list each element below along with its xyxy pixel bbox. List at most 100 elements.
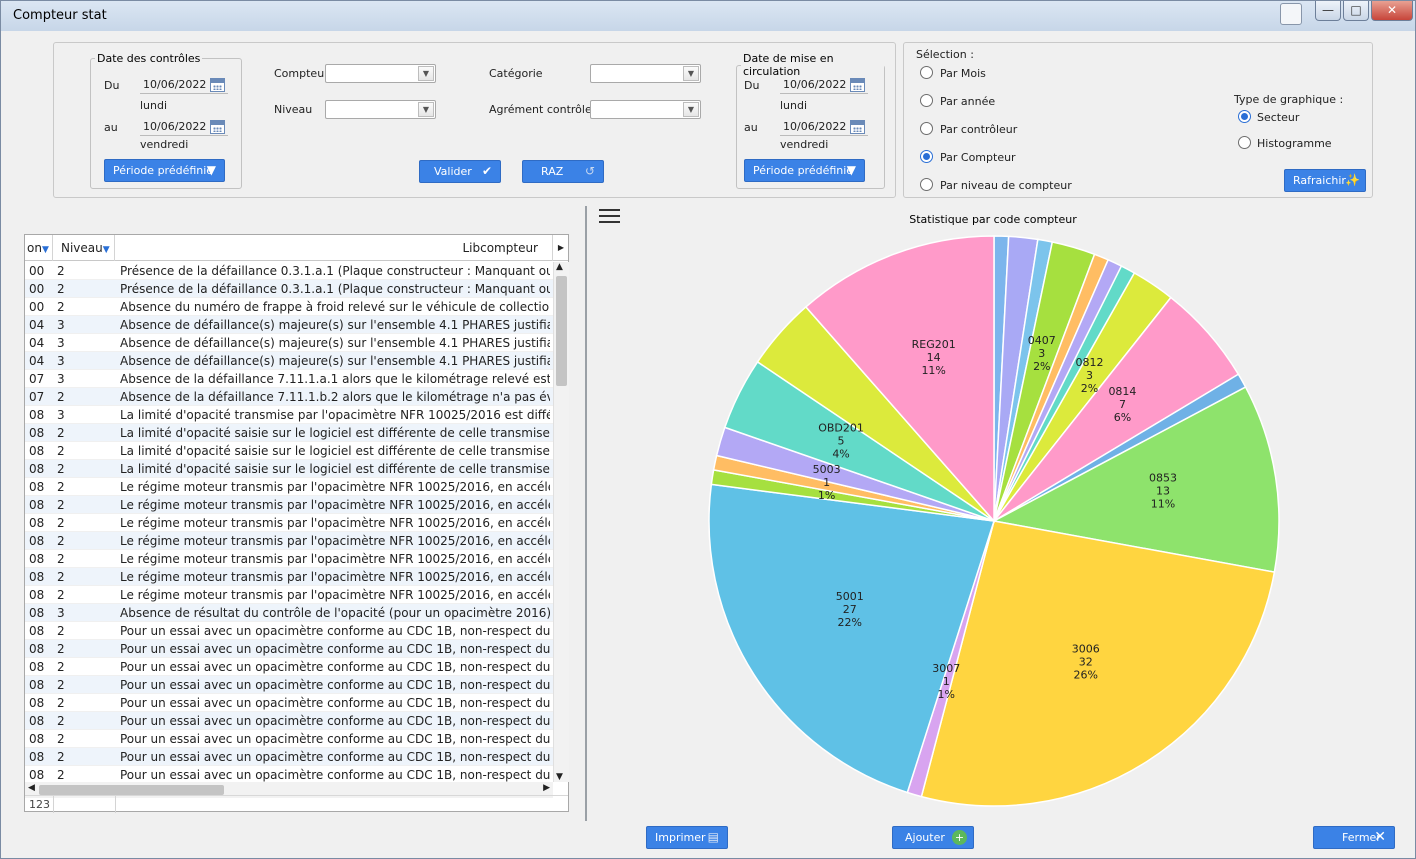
table-row[interactable]: 04 3 Absence de défaillance(s) majeure(s) …: [25, 334, 553, 352]
niveau-label: Niveau: [274, 103, 313, 116]
add-icon: +: [952, 830, 967, 845]
chevron-up-icon[interactable]: ▲: [556, 262, 563, 272]
table-row[interactable]: 08 2 Le régime moteur transmis par l'opaci…: [25, 550, 553, 568]
periode-predefinie-button[interactable]: Période prédéfinie ▼: [104, 159, 225, 182]
cell-niveau: 2: [57, 624, 65, 638]
cell-libcompteur: Le régime moteur transmis par l'opacimèt…: [120, 516, 550, 530]
cell-niveau: 2: [57, 768, 65, 782]
scroll-thumb[interactable]: [556, 276, 567, 386]
circ-du-day-label: lundi: [780, 99, 808, 112]
circ-periode-predefinie-button[interactable]: Période prédéfinie ▼: [744, 159, 865, 182]
table-row[interactable]: 08 3 La limité d'opacité transmise par l'o…: [25, 406, 553, 424]
table-row[interactable]: 08 2 Pour un essai avec un opacimètre conf…: [25, 766, 553, 782]
table-row[interactable]: 07 2 Absence de la défaillance 7.11.1.b.2 …: [25, 388, 553, 406]
grid-footer: 123: [25, 795, 568, 813]
close-window-button[interactable]: ✕: [1371, 1, 1413, 21]
calendar-icon[interactable]: [210, 120, 225, 134]
chevron-down-icon[interactable]: ▼: [556, 772, 563, 782]
radio-secteur[interactable]: [1238, 110, 1251, 123]
categorie-select[interactable]: ▼: [590, 64, 701, 83]
raz-label: RAZ: [541, 165, 564, 178]
radio-par-compteur[interactable]: [920, 150, 933, 163]
table-row[interactable]: 08 2 Le régime moteur transmis par l'opaci…: [25, 586, 553, 604]
cell-niveau: 3: [57, 372, 65, 386]
radio-par-niveau[interactable]: [920, 178, 933, 191]
table-row[interactable]: 08 2 Pour un essai avec un opacimètre conf…: [25, 622, 553, 640]
maximize-button[interactable]: □: [1343, 1, 1369, 21]
cell-code: 08: [29, 768, 45, 782]
minimize-button[interactable]: —: [1315, 1, 1341, 21]
imprimer-button[interactable]: Imprimer ▤: [646, 826, 728, 849]
cell-code: 08: [29, 426, 45, 440]
cell-niveau: 2: [57, 516, 65, 530]
table-row[interactable]: 08 2 La limité d'opacité saisie sur le log…: [25, 424, 553, 442]
cell-libcompteur: Absence de défaillance(s) majeure(s) sur…: [120, 354, 550, 368]
table-row[interactable]: 04 3 Absence de défaillance(s) majeure(s) …: [25, 316, 553, 334]
cell-code: 08: [29, 750, 45, 764]
raz-button[interactable]: RAZ ↺: [522, 160, 604, 183]
table-row[interactable]: 08 3 Absence de résultat du contrôle de l'…: [25, 604, 553, 622]
column-header-code[interactable]: on▼: [25, 235, 53, 261]
rafraichir-button[interactable]: Rafraichir ✨: [1284, 169, 1366, 192]
table-row[interactable]: 08 2 Le régime moteur transmis par l'opaci…: [25, 496, 553, 514]
radio-par-controleur[interactable]: [920, 122, 933, 135]
table-row[interactable]: 07 3 Absence de la défaillance 7.11.1.a.1 …: [25, 370, 553, 388]
cell-code: 08: [29, 588, 45, 602]
table-row[interactable]: 00 2 Présence de la défaillance 0.3.1.a.1 …: [25, 262, 553, 280]
niveau-select[interactable]: ▼: [325, 100, 436, 119]
cell-code: 07: [29, 390, 45, 404]
chevron-left-icon[interactable]: ◀: [28, 783, 35, 793]
filter-panel: Date des contrôles Du 10/06/2022 lundi a…: [53, 42, 896, 198]
calendar-icon[interactable]: [210, 78, 225, 92]
filter-icon[interactable]: ▼: [42, 245, 49, 255]
radio-par-mois[interactable]: [920, 66, 933, 79]
table-row[interactable]: 08 2 Le régime moteur transmis par l'opaci…: [25, 478, 553, 496]
table-row[interactable]: 08 2 Le régime moteur transmis par l'opaci…: [25, 514, 553, 532]
radio-par-annee[interactable]: [920, 94, 933, 107]
fermer-button[interactable]: Fermer ✕: [1313, 826, 1395, 849]
radio-histogramme[interactable]: [1238, 136, 1251, 149]
cell-niveau: 2: [57, 660, 65, 674]
cell-niveau: 2: [57, 642, 65, 656]
table-row[interactable]: 08 2 Le régime moteur transmis par l'opaci…: [25, 532, 553, 550]
table-row[interactable]: 08 2 Pour un essai avec un opacimètre conf…: [25, 676, 553, 694]
column-header-libcompteur[interactable]: Libcompteur: [115, 235, 553, 261]
agrement-select[interactable]: ▼: [590, 100, 701, 119]
table-row[interactable]: 08 2 Pour un essai avec un opacimètre conf…: [25, 730, 553, 748]
cell-niveau: 3: [57, 606, 65, 620]
close-icon: ✕: [1374, 829, 1386, 845]
chevron-right-icon[interactable]: ▶: [553, 235, 569, 261]
cell-libcompteur: Pour un essai avec un opacimètre conform…: [120, 660, 550, 674]
cell-niveau: 2: [57, 588, 65, 602]
table-row[interactable]: 08 2 La limité d'opacité saisie sur le log…: [25, 442, 553, 460]
imprimer-label: Imprimer: [655, 831, 706, 844]
calendar-icon[interactable]: [850, 78, 865, 92]
hscroll-thumb[interactable]: [39, 785, 224, 795]
date-controles-legend: Date des contrôles: [97, 52, 201, 65]
cell-code: 00: [29, 300, 45, 314]
table-row[interactable]: 08 2 Pour un essai avec un opacimètre conf…: [25, 640, 553, 658]
table-row[interactable]: 08 2 Pour un essai avec un opacimètre conf…: [25, 712, 553, 730]
table-row[interactable]: 00 2 Présence de la défaillance 0.3.1.a.1 …: [25, 280, 553, 298]
table-row[interactable]: 04 3 Absence de défaillance(s) majeure(s) …: [25, 352, 553, 370]
table-row[interactable]: 08 2 Le régime moteur transmis par l'opaci…: [25, 568, 553, 586]
vertical-scrollbar[interactable]: ▲ ▼: [553, 262, 569, 782]
table-row[interactable]: 08 2 Pour un essai avec un opacimètre conf…: [25, 694, 553, 712]
grid-header: on▼ Niveau▼ Libcompteur ▶: [25, 235, 568, 261]
chevron-right-icon[interactable]: ▶: [543, 783, 550, 793]
column-header-niveau[interactable]: Niveau▼: [53, 235, 115, 261]
panel-splitter[interactable]: [585, 206, 587, 821]
table-row[interactable]: 08 2 Pour un essai avec un opacimètre conf…: [25, 748, 553, 766]
app-window: Compteur stat — □ ✕ Date des contrôles D…: [0, 0, 1416, 859]
table-row[interactable]: 00 2 Absence du numéro de frappe à froid r…: [25, 298, 553, 316]
filter-icon[interactable]: ▼: [103, 245, 110, 255]
valider-button[interactable]: Valider ✔: [419, 160, 501, 183]
cell-libcompteur: Pour un essai avec un opacimètre conform…: [120, 642, 550, 656]
compteur-select[interactable]: ▼: [325, 64, 436, 83]
table-row[interactable]: 08 2 La limité d'opacité saisie sur le log…: [25, 460, 553, 478]
resize-corner-icon[interactable]: [1280, 3, 1302, 25]
table-row[interactable]: 08 2 Pour un essai avec un opacimètre conf…: [25, 658, 553, 676]
ajouter-button[interactable]: Ajouter +: [892, 826, 974, 849]
chevron-down-icon: ▼: [683, 102, 699, 117]
calendar-icon[interactable]: [850, 120, 865, 134]
